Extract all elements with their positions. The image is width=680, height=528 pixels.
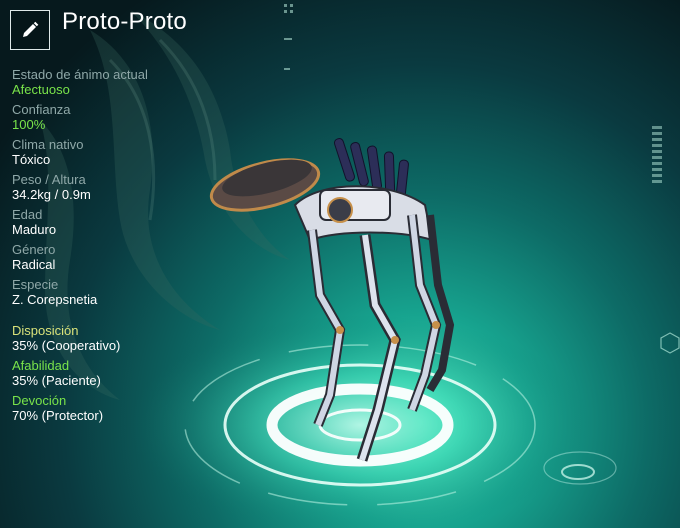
hud-bars-decoration (652, 126, 662, 183)
stat-label: Especie (12, 277, 59, 292)
stat-value: 100% (12, 117, 46, 132)
stat-weight-height: Peso / Altura 34.2kg / 0.9m (12, 172, 272, 202)
stat-climate: Clima nativo Tóxico (12, 137, 272, 167)
hud-dots-decoration (284, 4, 293, 70)
trait-value: 35% (Paciente) (12, 373, 101, 388)
stat-mood: Estado de ánimo actual Afectuoso (12, 67, 272, 97)
stat-label: Peso / Altura (12, 172, 86, 187)
stat-value: Tóxico (12, 152, 51, 167)
trait-label: Disposición (12, 323, 79, 338)
stat-value: Maduro (12, 222, 57, 237)
stat-label: Clima nativo (12, 137, 84, 152)
stat-label: Estado de ánimo actual (12, 67, 148, 82)
edit-name-button[interactable] (10, 10, 50, 50)
stat-label: Confianza (12, 102, 71, 117)
trait-label: Afabilidad (12, 358, 70, 373)
stat-value: Z. Corepsnetia (12, 292, 98, 307)
trait-label: Devoción (12, 393, 67, 408)
hex-decoration (660, 332, 680, 354)
trait-friendliness: Afabilidad 35% (Paciente) (12, 358, 272, 388)
stat-species: Especie Z. Corepsnetia (12, 277, 272, 307)
stat-label: Género (12, 242, 56, 257)
trait-value: 35% (Cooperativo) (12, 338, 121, 353)
trait-disposition: Disposición 35% (Cooperativo) (12, 323, 272, 353)
stat-age: Edad Maduro (12, 207, 272, 237)
trait-devotion: Devoción 70% (Protector) (12, 393, 272, 423)
pencil-icon (23, 21, 39, 37)
creature-name: Proto-Proto (62, 8, 187, 35)
stat-value: Radical (12, 257, 56, 272)
trait-value: 70% (Protector) (12, 408, 104, 423)
stat-trust: Confianza 100% (12, 102, 272, 132)
stat-gender: Género Radical (12, 242, 272, 272)
stat-value: Afectuoso (12, 82, 70, 97)
creature-info-panel: Estado de ánimo actual Afectuoso Confian… (12, 67, 272, 428)
stat-label: Edad (12, 207, 43, 222)
stat-value: 34.2kg / 0.9m (12, 187, 91, 202)
